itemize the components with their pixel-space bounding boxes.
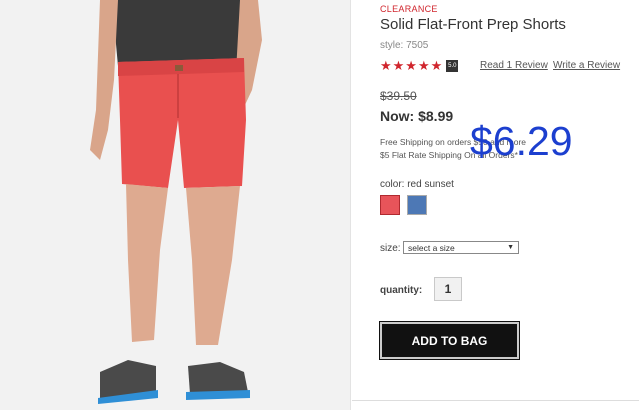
product-photo [0, 0, 350, 410]
size-select-value: select a size [408, 242, 455, 253]
photo-divider [350, 0, 351, 410]
size-label: size: [380, 243, 401, 254]
product-title: Solid Flat-Front Prep Shorts [380, 16, 566, 33]
quantity-label: quantity: [380, 285, 423, 296]
size-select[interactable]: select a size ▼ [403, 241, 519, 254]
clearance-badge: CLEARANCE [380, 4, 438, 14]
divider [352, 400, 639, 401]
color-label: color: red sunset [380, 179, 454, 190]
star-rating-icon: ★★★★★ [380, 58, 444, 73]
sale-price: Now: $8.99 [380, 108, 454, 124]
rating: ★★★★★ 5.0 [380, 58, 459, 73]
write-review-link[interactable]: Write a Review [553, 60, 620, 71]
read-reviews-link[interactable]: Read 1 Review [480, 60, 548, 71]
swatch-blue[interactable] [407, 195, 427, 215]
overlay-price-annotation: $6.29 [470, 118, 573, 164]
style-number: style: 7505 [380, 40, 429, 51]
swatch-red-sunset[interactable] [380, 195, 400, 215]
model-illustration [0, 0, 350, 410]
quantity-input[interactable]: 1 [434, 277, 462, 301]
add-to-bag-button[interactable]: ADD TO BAG [380, 322, 519, 359]
rating-score: 5.0 [446, 60, 459, 72]
original-price: $39.50 [380, 89, 417, 103]
dropdown-arrow-icon: ▼ [507, 244, 514, 251]
